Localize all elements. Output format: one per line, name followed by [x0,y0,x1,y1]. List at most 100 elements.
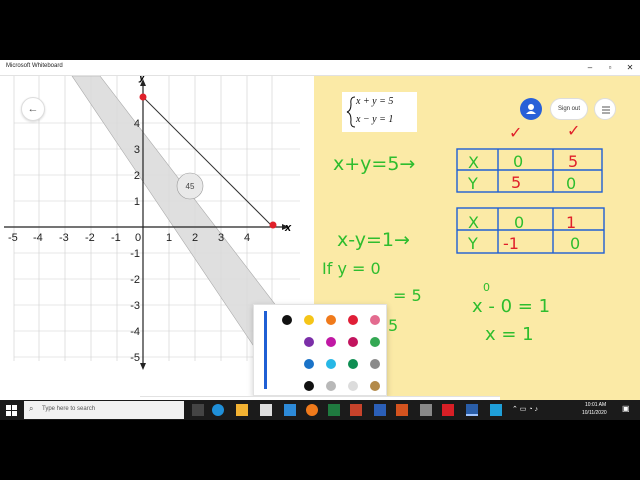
table-2 [456,207,605,254]
color-swatch[interactable] [326,315,336,325]
file-explorer-icon[interactable] [236,404,248,416]
svg-text:3: 3 [218,232,224,244]
check-mark: ✓ [567,121,580,140]
close-button[interactable]: ✕ [620,60,640,76]
firefox-icon[interactable] [306,404,318,416]
y-axis-label: y [138,76,146,83]
equation-line-1: x + y = 5 [356,96,394,107]
app-icon[interactable] [490,404,502,416]
whiteboard-canvas[interactable]: 45 -5 -4 -3 -2 -1 0 1 2 3 4 4 3 2 1 -1 -2 -3 -4 -5 x y ✓ … [0,76,640,416]
svg-text:-5: -5 [130,352,140,364]
color-swatch[interactable] [304,359,314,369]
svg-text:-2: -2 [85,232,95,244]
whiteboard-app-icon[interactable] [466,404,478,416]
search-placeholder: Type here to search [42,406,96,412]
svg-text:2: 2 [134,170,140,182]
svg-text:Y: Y [467,234,478,253]
svg-text:Y: Y [467,174,478,193]
color-swatch[interactable] [326,381,336,391]
color-swatch[interactable] [304,337,314,347]
svg-text:4: 4 [244,232,250,244]
svg-text:0: 0 [566,174,576,193]
svg-text:-4: -4 [33,232,43,244]
color-swatch[interactable] [348,337,358,347]
camera-icon[interactable] [420,404,432,416]
color-swatch[interactable] [370,359,380,369]
svg-text:5: 5 [388,316,398,335]
svg-text:-5: -5 [8,232,18,244]
svg-text:5: 5 [511,173,521,192]
maximize-button[interactable]: ▫ [600,60,620,76]
svg-text:2: 2 [192,232,198,244]
store-icon[interactable] [260,404,272,416]
sign-out-button[interactable]: Sign out [550,98,588,120]
color-swatch[interactable] [348,381,358,391]
netflix-icon[interactable] [442,404,454,416]
mail-icon[interactable] [284,404,296,416]
color-swatch[interactable] [348,359,358,369]
svg-text:0: 0 [135,232,141,244]
intercept-point [139,93,147,101]
windows-start-icon[interactable] [6,404,18,416]
color-swatch[interactable] [326,359,336,369]
equation-card[interactable]: x + y = 5 x − y = 1 [342,92,417,132]
whiteboard-screen: Microsoft Whiteboard – ▫ ✕ 45 -5 -4 -3 -… [0,60,640,420]
color-swatch[interactable] [304,381,314,391]
note-step-1: x - 0 = 1 [472,296,550,317]
intercept-point [269,221,277,229]
svg-text:1: 1 [134,196,140,208]
equation-line-2: x − y = 1 [356,114,394,125]
paint-icon[interactable] [396,404,408,416]
powerpoint-icon[interactable] [350,404,362,416]
clock-date[interactable]: 10/11/2020 [582,410,607,416]
svg-text:3: 3 [134,144,140,156]
user-icon [526,104,536,114]
word-icon[interactable] [374,404,386,416]
svg-text:0: 0 [514,213,524,232]
excel-icon[interactable] [328,404,340,416]
svg-text:5: 5 [568,152,578,171]
svg-text:1: 1 [166,232,172,244]
svg-text:-4: -4 [130,326,140,338]
back-button[interactable]: ← [21,97,45,121]
color-swatch[interactable] [370,381,380,391]
svg-text:-2: -2 [130,274,140,286]
svg-text:X: X [468,153,479,172]
pen-color-palette[interactable] [253,304,387,396]
color-swatch[interactable] [304,315,314,325]
note-equation-1: x+y=5→ [333,153,415,175]
svg-text:X: X [468,213,479,232]
color-swatch[interactable] [326,337,336,347]
app-title: Microsoft Whiteboard [6,63,63,69]
user-avatar-button[interactable] [520,98,542,120]
color-swatch[interactable] [282,315,292,325]
clock-time[interactable]: 10:01 AM [585,402,606,408]
menu-button[interactable] [594,98,616,120]
color-swatch[interactable] [348,315,358,325]
pen-preview [264,311,267,389]
svg-text:-1: -1 [130,248,140,260]
note-equation-2: x-y=1→ [337,229,410,251]
tray-icons[interactable]: ⌃ ▭ ◔ ♪ [512,405,538,413]
svg-text:0: 0 [570,234,580,253]
windows-taskbar: ⌕ Type here to search ⌃ ▭ ◔ ♪ 10:01 AM 1… [0,400,640,420]
task-view-icon[interactable] [192,404,204,416]
check-mark: ✓ [509,123,522,142]
color-swatch[interactable] [370,315,380,325]
svg-text:0: 0 [483,281,490,294]
edge-icon[interactable] [212,404,224,416]
svg-text:4: 4 [134,118,140,130]
search-icon: ⌕ [29,404,34,413]
notification-icon[interactable]: ▣ [622,404,630,413]
taskbar-search[interactable]: ⌕ Type here to search [24,401,184,419]
note-step-2: x = 1 [485,324,534,345]
svg-text:0: 0 [513,152,523,171]
color-swatch[interactable] [370,337,380,347]
x-axis-label: x [284,222,292,234]
ruler-angle: 45 [186,182,195,191]
title-bar: Microsoft Whiteboard – ▫ ✕ [0,60,640,76]
svg-text:-1: -1 [111,232,121,244]
svg-text:1: 1 [566,213,576,232]
minimize-button[interactable]: – [580,60,600,76]
svg-text:-3: -3 [130,300,140,312]
